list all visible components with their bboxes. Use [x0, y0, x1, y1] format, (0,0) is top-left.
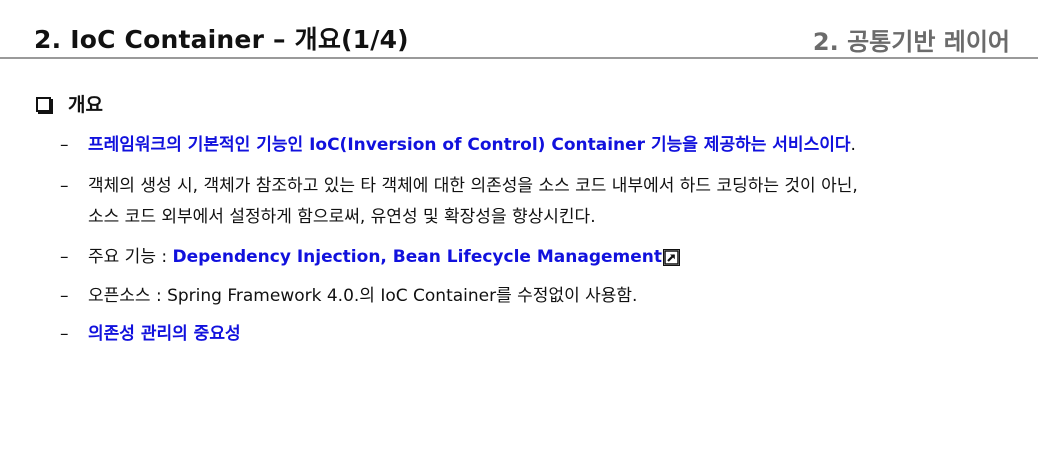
dependency-importance-link[interactable]: 의존성 관리의 중요성	[88, 323, 241, 345]
bullet-item-5: – 의존성 관리의 중요성	[60, 323, 241, 345]
bullet-text: 오픈소스 : Spring Framework 4.0.의 IoC Contai…	[88, 286, 638, 306]
section-heading: 개요	[36, 90, 103, 117]
bullet-item-2-continuation: 소스 코드 외부에서 설정하게 함으로써, 유연성 및 확장성을 향상시킨다.	[88, 206, 596, 228]
bullet-item-4: – 오픈소스 : Spring Framework 4.0.의 IoC Cont…	[60, 285, 637, 307]
section-heading-label: 개요	[68, 94, 103, 116]
bullet-text-line1: 객체의 생성 시, 객체가 참조하고 있는 타 객체에 대한 의존성을 소스 코…	[88, 176, 858, 196]
dash-marker: –	[60, 324, 69, 344]
checkbox-bullet-icon	[36, 96, 51, 112]
dash-marker: –	[60, 176, 69, 196]
bullet-text: 프레임워크의 기본적인 기능인 IoC(Inversion of Control…	[88, 135, 851, 155]
section-title: 2. 공통기반 레이어	[812, 28, 1010, 56]
bullet-suffix: .	[850, 135, 856, 155]
external-link-icon[interactable]	[663, 248, 681, 266]
bullet-item-1: – 프레임워크의 기본적인 기능인 IoC(Inversion of Contr…	[60, 134, 856, 156]
bullet-text-line2: 소스 코드 외부에서 설정하게 함으로써, 유연성 및 확장성을 향상시킨다.	[88, 207, 596, 227]
bullet-item-2: – 객체의 생성 시, 객체가 참조하고 있는 타 객체에 대한 의존성을 소스…	[60, 175, 858, 197]
dash-marker: –	[60, 135, 69, 155]
features-link[interactable]: Dependency Injection, Bean Lifecycle Man…	[173, 246, 663, 268]
header-divider	[0, 57, 1038, 59]
bullet-item-3: – 주요 기능 : Dependency Injection, Bean Lif…	[60, 246, 681, 268]
page-title: 2. IoC Container – 개요(1/4)	[34, 25, 409, 54]
bullet-prefix: 주요 기능 :	[88, 247, 173, 267]
dash-marker: –	[60, 286, 69, 306]
dash-marker: –	[60, 247, 69, 267]
